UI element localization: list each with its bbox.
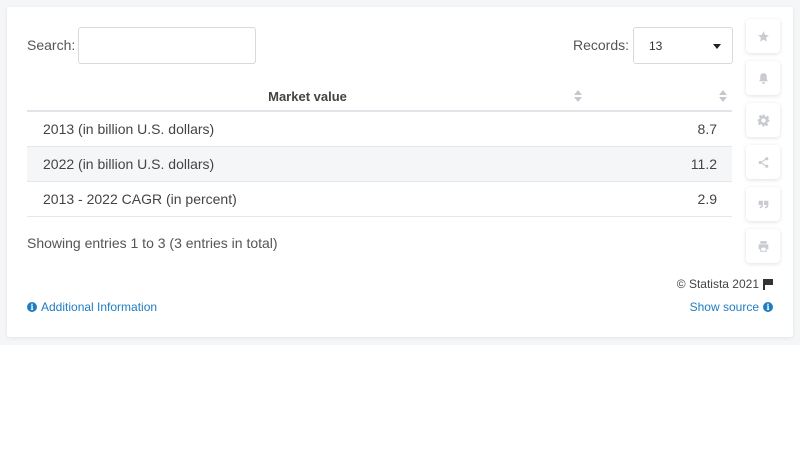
row-label: 2022 (in billion U.S. dollars) [43,156,215,172]
row-label: 2013 - 2022 CAGR (in percent) [43,191,237,207]
statistic-card: Search: Records: 13 Market value 2013 (i… [7,7,793,337]
records-select[interactable]: 13 [633,27,733,64]
table-row: 2013 (in billion U.S. dollars) 8.7 [27,112,732,147]
additional-information-link[interactable]: i Additional Information [27,300,157,314]
print-icon[interactable] [746,229,780,263]
info-icon: i [763,302,773,312]
star-icon[interactable] [746,19,780,53]
chevron-down-icon [713,44,721,49]
share-icon[interactable] [746,145,780,179]
search-label: Search: [27,37,76,53]
search-input[interactable] [78,27,256,64]
table-row: 2022 (in billion U.S. dollars) 11.2 [27,147,732,182]
copyright: © Statista 2021 [677,277,773,291]
row-value: 2.9 [697,191,717,207]
records-selected-value: 13 [649,39,663,53]
bell-icon[interactable] [746,61,780,95]
quote-icon[interactable] [746,187,780,221]
additional-information-label: Additional Information [41,300,158,314]
column-header-market-value[interactable]: Market value [27,89,588,104]
sort-icon[interactable] [574,90,582,104]
sort-icon[interactable] [719,90,727,104]
show-source-label: Show source [689,300,759,314]
copyright-text: © Statista 2021 [676,277,759,291]
table-row: 2013 - 2022 CAGR (in percent) 2.9 [27,182,732,217]
page-background [0,345,800,475]
flag-icon[interactable] [763,278,773,290]
info-icon: i [27,302,37,312]
row-value: 11.2 [690,156,717,172]
show-source-link[interactable]: Show source i [690,300,773,314]
table-header: Market value [27,83,732,112]
row-value: 8.7 [697,121,717,137]
data-table: Market value 2013 (in billion U.S. dolla… [27,83,732,217]
side-toolbar [746,19,780,271]
entries-info: Showing entries 1 to 3 (3 entries in tot… [27,235,278,251]
gear-icon[interactable] [746,103,780,137]
records-label: Records: [573,37,630,53]
row-label: 2013 (in billion U.S. dollars) [43,121,215,137]
